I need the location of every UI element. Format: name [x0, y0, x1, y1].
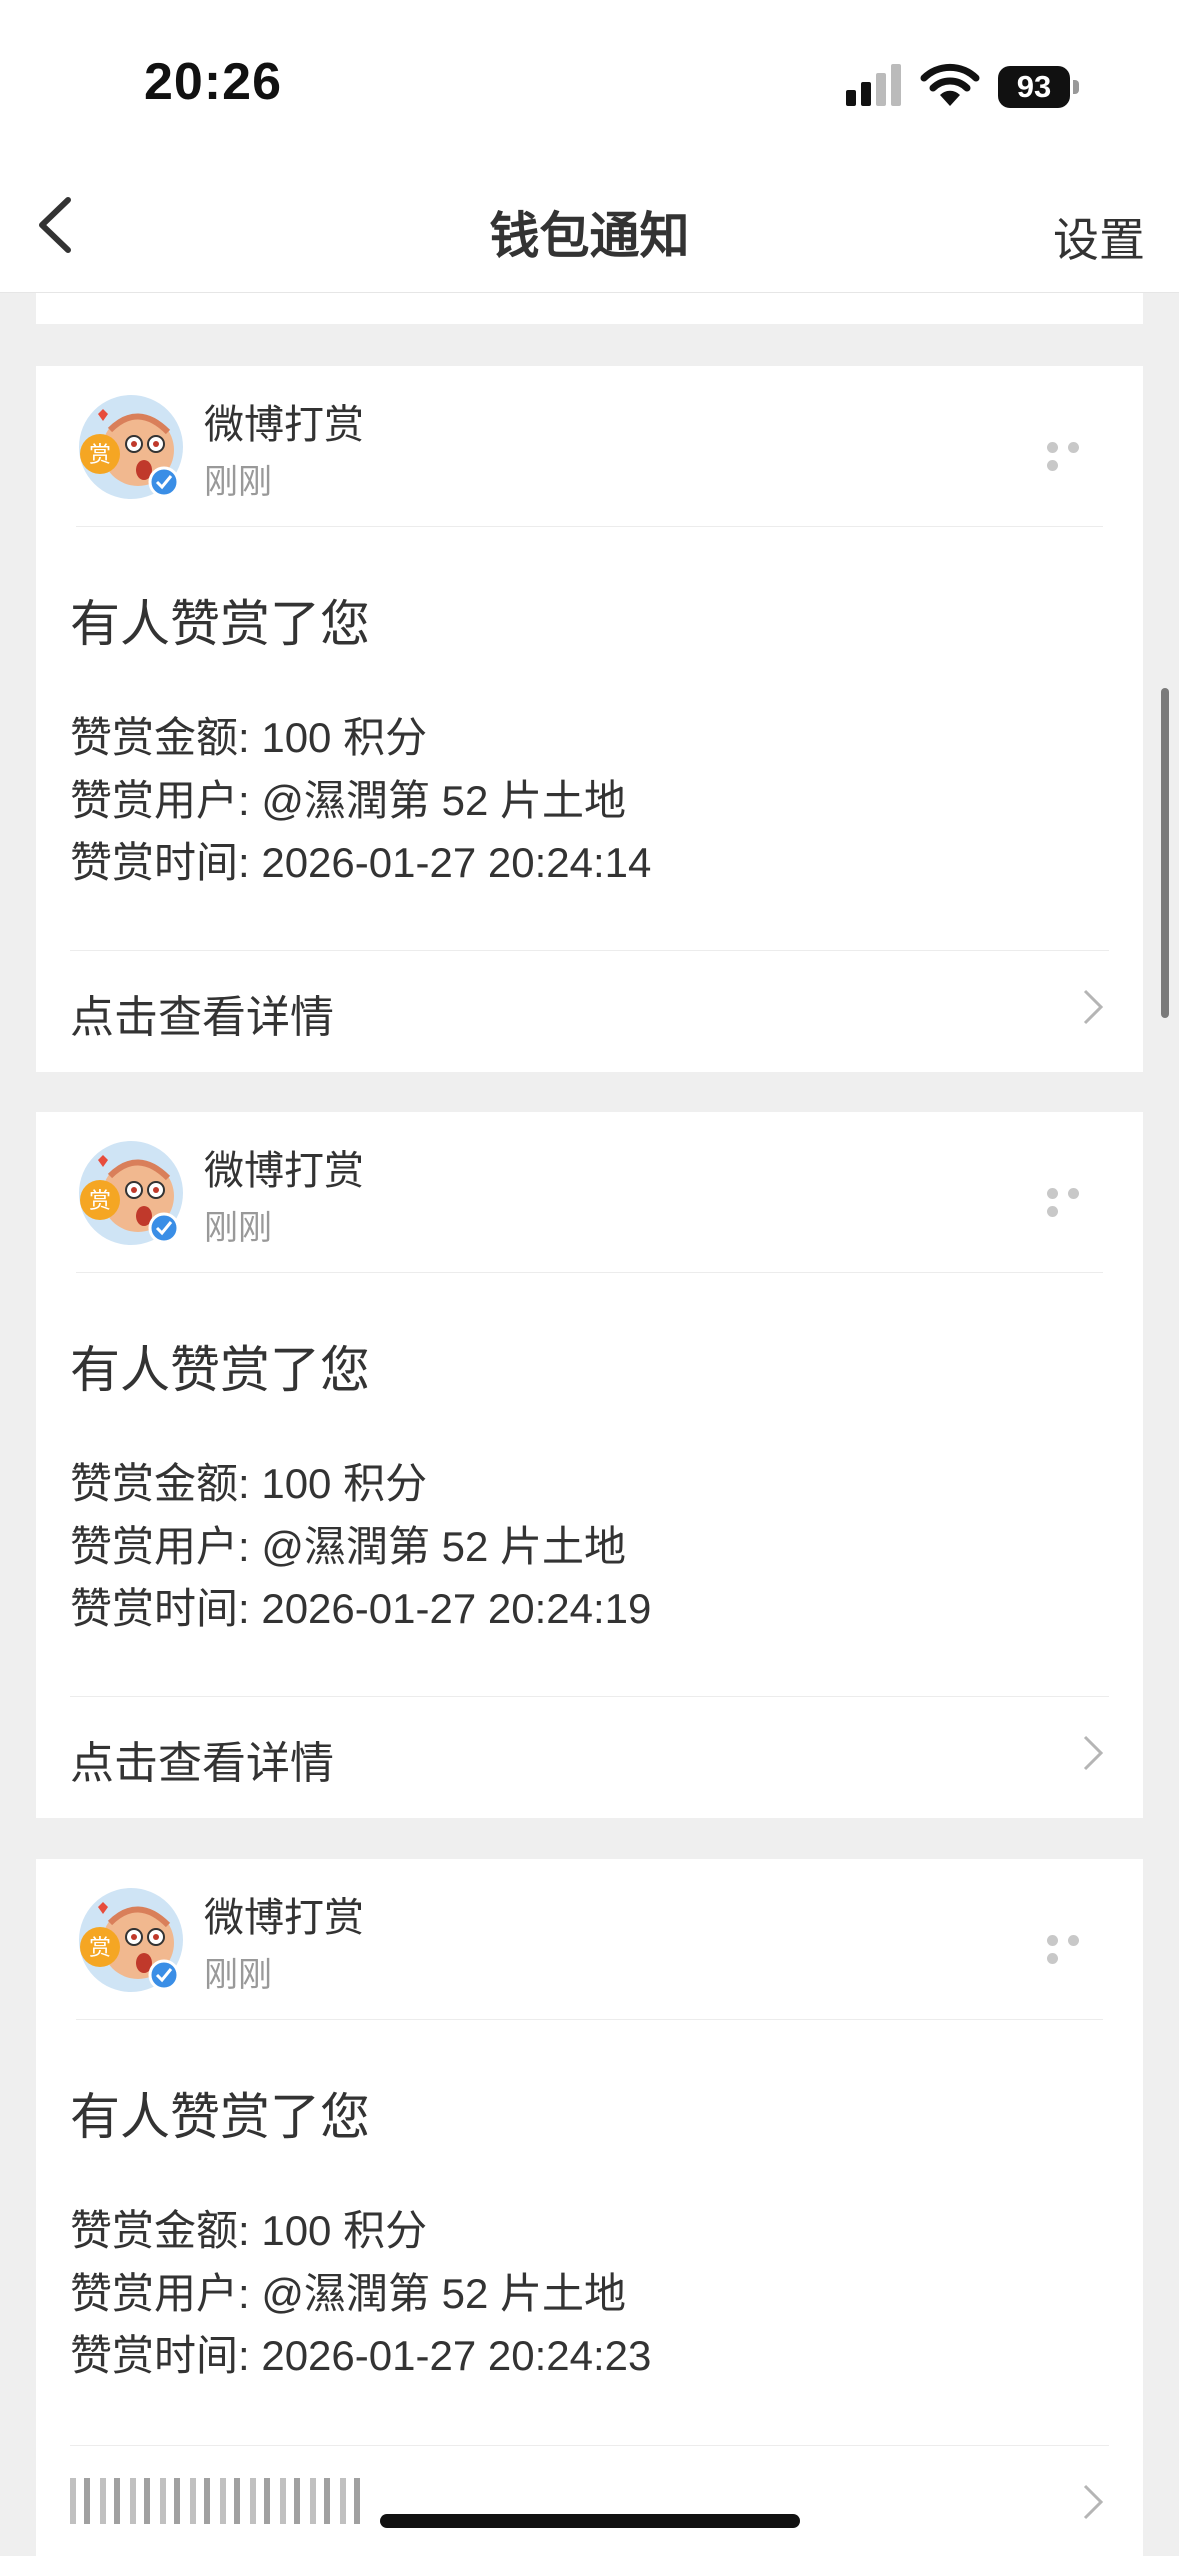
reward-amount: 赞赏金额: 100 积分	[70, 714, 428, 761]
view-details-row[interactable]: 点击查看详情	[36, 1697, 1143, 1818]
view-details-label: 点击查看详情	[70, 993, 334, 1042]
reward-mascot-avatar: 赏	[79, 1141, 183, 1245]
cellular-signal-icon	[846, 64, 901, 106]
battery-level: 93	[1016, 69, 1052, 104]
svg-text:赏: 赏	[89, 1189, 111, 1214]
previous-card-edge	[36, 293, 1143, 324]
reward-time: 赞赏时间: 2026-01-27 20:24:23	[70, 2332, 652, 2379]
notification-title: 有人赞赏了您	[70, 1342, 370, 1398]
reward-user: 赞赏用户: @濕潤第 52 片土地	[70, 2270, 627, 2317]
sender-name: 微博打赏	[204, 1896, 364, 1940]
notification-card: 赏 微博打赏 刚刚 有人赞赏了您 赞赏金额: 100 积分 赞赏用户: @濕潤第…	[36, 366, 1143, 1072]
svg-text:赏: 赏	[89, 1936, 111, 1961]
reward-mascot-avatar: 赏	[79, 395, 183, 499]
more-dots-icon[interactable]	[1047, 1186, 1103, 1217]
view-details-row[interactable]: 点击查看详情	[36, 951, 1143, 1072]
notification-card: 赏 微博打赏 刚刚 有人赞赏了您 赞赏金额: 100 积分 赞赏用户: @濕潤第…	[36, 1859, 1143, 2556]
page-title: 钱包通知	[489, 208, 690, 264]
sender-name: 微博打赏	[204, 1149, 364, 1193]
reward-amount: 赞赏金额: 100 积分	[70, 2207, 428, 2254]
settings-button[interactable]: 设置	[1053, 204, 1145, 270]
chevron-right-icon	[1083, 989, 1104, 1025]
view-details-label: 点击查看详情	[70, 1739, 334, 1788]
view-details-row[interactable]	[36, 2446, 1143, 2556]
more-dots-icon[interactable]	[1047, 440, 1103, 471]
more-dots-icon[interactable]	[1047, 1933, 1103, 1964]
home-indicator[interactable]	[380, 2514, 800, 2528]
sender-time: 刚刚	[204, 1209, 272, 1247]
scrollbar[interactable]	[1161, 688, 1169, 1018]
notification-title: 有人赞赏了您	[70, 596, 370, 652]
nav-bar: 钱包通知 设置	[0, 160, 1179, 293]
divider	[76, 1272, 1103, 1273]
reward-mascot-avatar: 赏	[79, 1888, 183, 1992]
chevron-right-icon	[1083, 1735, 1104, 1771]
status-bar: 20:26 93	[0, 0, 1179, 160]
reward-time: 赞赏时间: 2026-01-27 20:24:19	[70, 1585, 652, 1632]
wifi-icon	[920, 63, 980, 106]
battery-icon: 93	[998, 66, 1080, 108]
reward-amount: 赞赏金额: 100 积分	[70, 1460, 428, 1507]
divider	[76, 2019, 1103, 2020]
sender-time: 刚刚	[204, 1956, 272, 1994]
chevron-right-icon	[1083, 2484, 1104, 2520]
reward-user: 赞赏用户: @濕潤第 52 片土地	[70, 1523, 627, 1570]
reward-time: 赞赏时间: 2026-01-27 20:24:14	[70, 839, 652, 886]
status-time: 20:26	[144, 53, 282, 111]
sender-name: 微博打赏	[204, 403, 364, 447]
reward-user: 赞赏用户: @濕潤第 52 片土地	[70, 777, 627, 824]
obscured-label	[70, 2478, 370, 2524]
notification-title: 有人赞赏了您	[70, 2089, 370, 2145]
notification-card: 赏 微博打赏 刚刚 有人赞赏了您 赞赏金额: 100 积分 赞赏用户: @濕潤第…	[36, 1112, 1143, 1818]
divider	[76, 526, 1103, 527]
svg-text:赏: 赏	[89, 443, 111, 468]
sender-time: 刚刚	[204, 463, 272, 501]
